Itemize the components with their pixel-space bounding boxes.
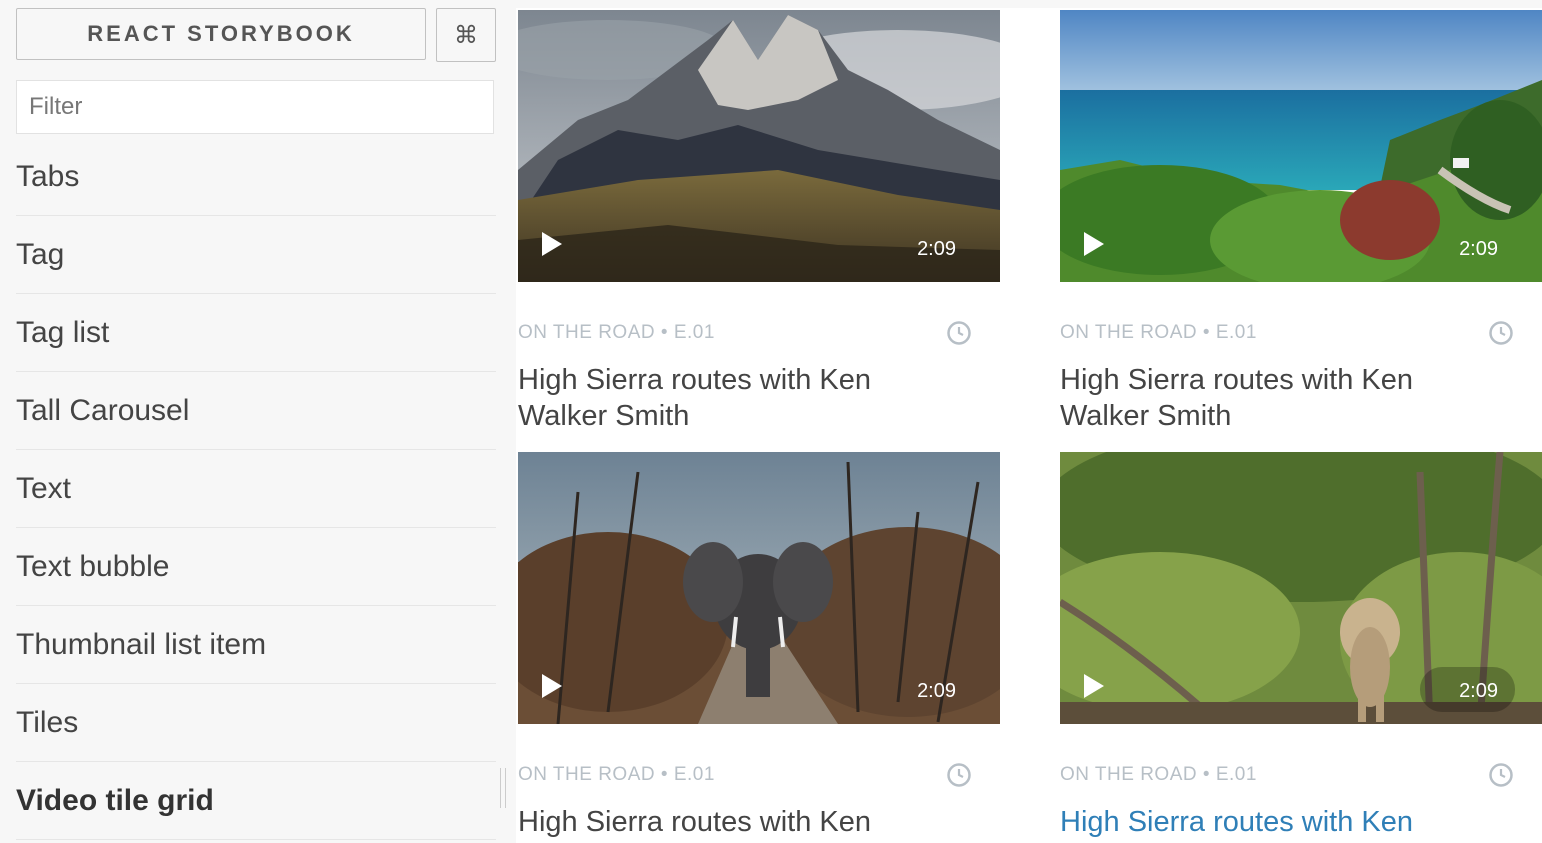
sidebar-item-tabs[interactable]: Tabs <box>16 138 496 216</box>
sidebar-item-tag-list[interactable]: Tag list <box>16 294 496 372</box>
video-duration: 2:09 <box>917 238 956 260</box>
video-tile[interactable]: 2:09 ON THE ROAD • E.01 High Sierra rout… <box>518 10 1000 434</box>
video-title[interactable]: High Sierra routes with Ken Walker Smith <box>1060 804 1460 843</box>
video-duration: 2:09 <box>917 680 956 702</box>
sidebar-item-tall-carousel[interactable]: Tall Carousel <box>16 372 496 450</box>
video-tile[interactable]: 2:09 ON THE ROAD • E.01 High Sierra rout… <box>518 452 1000 843</box>
video-title[interactable]: High Sierra routes with Ken Walker Smith <box>518 804 918 843</box>
video-thumbnail[interactable]: 2:09 <box>518 10 1000 282</box>
play-icon[interactable] <box>1084 674 1104 698</box>
resize-handle[interactable] <box>500 768 506 808</box>
sidebar: REACT STORYBOOK ⌘ Tabs Tag Tag list Tall… <box>0 0 500 843</box>
sidebar-item-video-tile-grid[interactable]: Video tile grid <box>16 762 496 840</box>
tile-meta-row: ON THE ROAD • E.01 <box>1060 316 1542 352</box>
tile-meta-row: ON THE ROAD • E.01 <box>518 758 1000 794</box>
video-title[interactable]: High Sierra routes with Ken Walker Smith <box>1060 362 1460 434</box>
play-icon[interactable] <box>542 674 562 698</box>
tile-meta-row: ON THE ROAD • E.01 <box>1060 758 1542 794</box>
video-tile[interactable]: 2:09 ON THE ROAD • E.01 High Sierra rout… <box>1060 10 1542 434</box>
video-duration: 2:09 <box>1459 238 1498 260</box>
video-thumbnail[interactable]: 2:09 <box>1060 10 1542 282</box>
filter-input[interactable] <box>16 80 494 134</box>
sidebar-item-tiles[interactable]: Tiles <box>16 684 496 762</box>
storybook-app: REACT STORYBOOK ⌘ Tabs Tag Tag list Tall… <box>0 0 1542 843</box>
episode-label: ON THE ROAD • E.01 <box>518 322 715 343</box>
watch-later-clock-icon[interactable] <box>1488 762 1514 788</box>
command-icon[interactable]: ⌘ <box>436 8 496 62</box>
sidebar-item-thumbnail-list-item[interactable]: Thumbnail list item <box>16 606 496 684</box>
sidebar-item-text-bubble[interactable]: Text bubble <box>16 528 496 606</box>
storybook-title-button[interactable]: REACT STORYBOOK <box>16 8 426 60</box>
sidebar-item-tag[interactable]: Tag <box>16 216 496 294</box>
video-duration: 2:09 <box>1459 680 1498 702</box>
play-icon[interactable] <box>1084 232 1104 256</box>
video-tile[interactable]: 2:09 ON THE ROAD • E.01 High Sierra rout… <box>1060 452 1542 843</box>
watch-later-clock-icon[interactable] <box>946 762 972 788</box>
sidebar-item-text[interactable]: Text <box>16 450 496 528</box>
video-thumbnail[interactable]: 2:09 <box>518 452 1000 724</box>
tile-meta-row: ON THE ROAD • E.01 <box>518 316 1000 352</box>
play-icon[interactable] <box>542 232 562 256</box>
episode-label: ON THE ROAD • E.01 <box>1060 764 1257 785</box>
preview-pane: 2:09 ON THE ROAD • E.01 High Sierra rout… <box>516 8 1542 843</box>
episode-label: ON THE ROAD • E.01 <box>518 764 715 785</box>
episode-label: ON THE ROAD • E.01 <box>1060 322 1257 343</box>
watch-later-clock-icon[interactable] <box>946 320 972 346</box>
watch-later-clock-icon[interactable] <box>1488 320 1514 346</box>
video-thumbnail[interactable]: 2:09 <box>1060 452 1542 724</box>
story-list: Tabs Tag Tag list Tall Carousel Text Tex… <box>16 138 496 840</box>
video-title[interactable]: High Sierra routes with Ken Walker Smith <box>518 362 918 434</box>
